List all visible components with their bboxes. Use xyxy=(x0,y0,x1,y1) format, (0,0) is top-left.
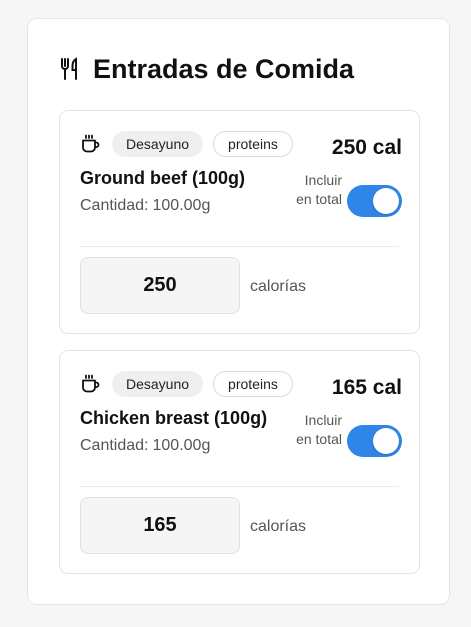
quantity-value: 100.00g xyxy=(152,437,211,454)
calories-input[interactable] xyxy=(80,497,240,554)
entry-tags: Desayuno proteins xyxy=(80,371,293,397)
coffee-cup-icon xyxy=(80,374,100,394)
quantity-label: Cantidad: xyxy=(80,197,149,214)
food-name: Chicken breast (100g) xyxy=(80,408,268,428)
utensils-icon xyxy=(59,56,81,82)
meal-tag: Desayuno xyxy=(112,371,204,397)
include-in-total-label: Incluir en total xyxy=(296,412,342,447)
meal-tag: Desayuno xyxy=(112,131,204,157)
quantity-label: Cantidad: xyxy=(80,437,149,454)
quantity-value: 100.00g xyxy=(152,197,211,214)
calories-unit-label: calorías xyxy=(250,278,307,295)
entry-tags: Desayuno proteins xyxy=(80,131,293,157)
food-entry-card: Desayuno proteins 250 cal Ground beef (1… xyxy=(59,110,420,334)
panel-header: Entradas de Comida xyxy=(59,53,354,85)
include-in-total-toggle[interactable] xyxy=(347,425,402,457)
quantity-text: Cantidad: 100.00g xyxy=(80,437,210,455)
calories-unit-label: calorías xyxy=(250,518,307,535)
divider xyxy=(80,486,399,487)
coffee-cup-icon xyxy=(80,134,100,154)
toggle-knob xyxy=(373,428,399,454)
quantity-text: Cantidad: 100.00g xyxy=(80,197,210,215)
entry-calories-total: 250 cal xyxy=(331,136,402,159)
category-tag: proteins xyxy=(213,131,293,157)
divider xyxy=(80,246,399,247)
toggle-knob xyxy=(373,188,399,214)
include-in-total-toggle[interactable] xyxy=(347,185,402,217)
food-entries-panel: Entradas de Comida Desayuno proteins 250… xyxy=(27,18,450,605)
food-name: Ground beef (100g) xyxy=(80,168,246,188)
entry-calories-total: 165 cal xyxy=(331,376,402,399)
food-entry-card: Desayuno proteins 165 cal Chicken breast… xyxy=(59,350,420,574)
panel-title: Entradas de Comida xyxy=(93,53,355,84)
calories-input[interactable] xyxy=(80,257,240,314)
category-tag: proteins xyxy=(213,371,293,397)
include-in-total-label: Incluir en total xyxy=(296,172,342,207)
